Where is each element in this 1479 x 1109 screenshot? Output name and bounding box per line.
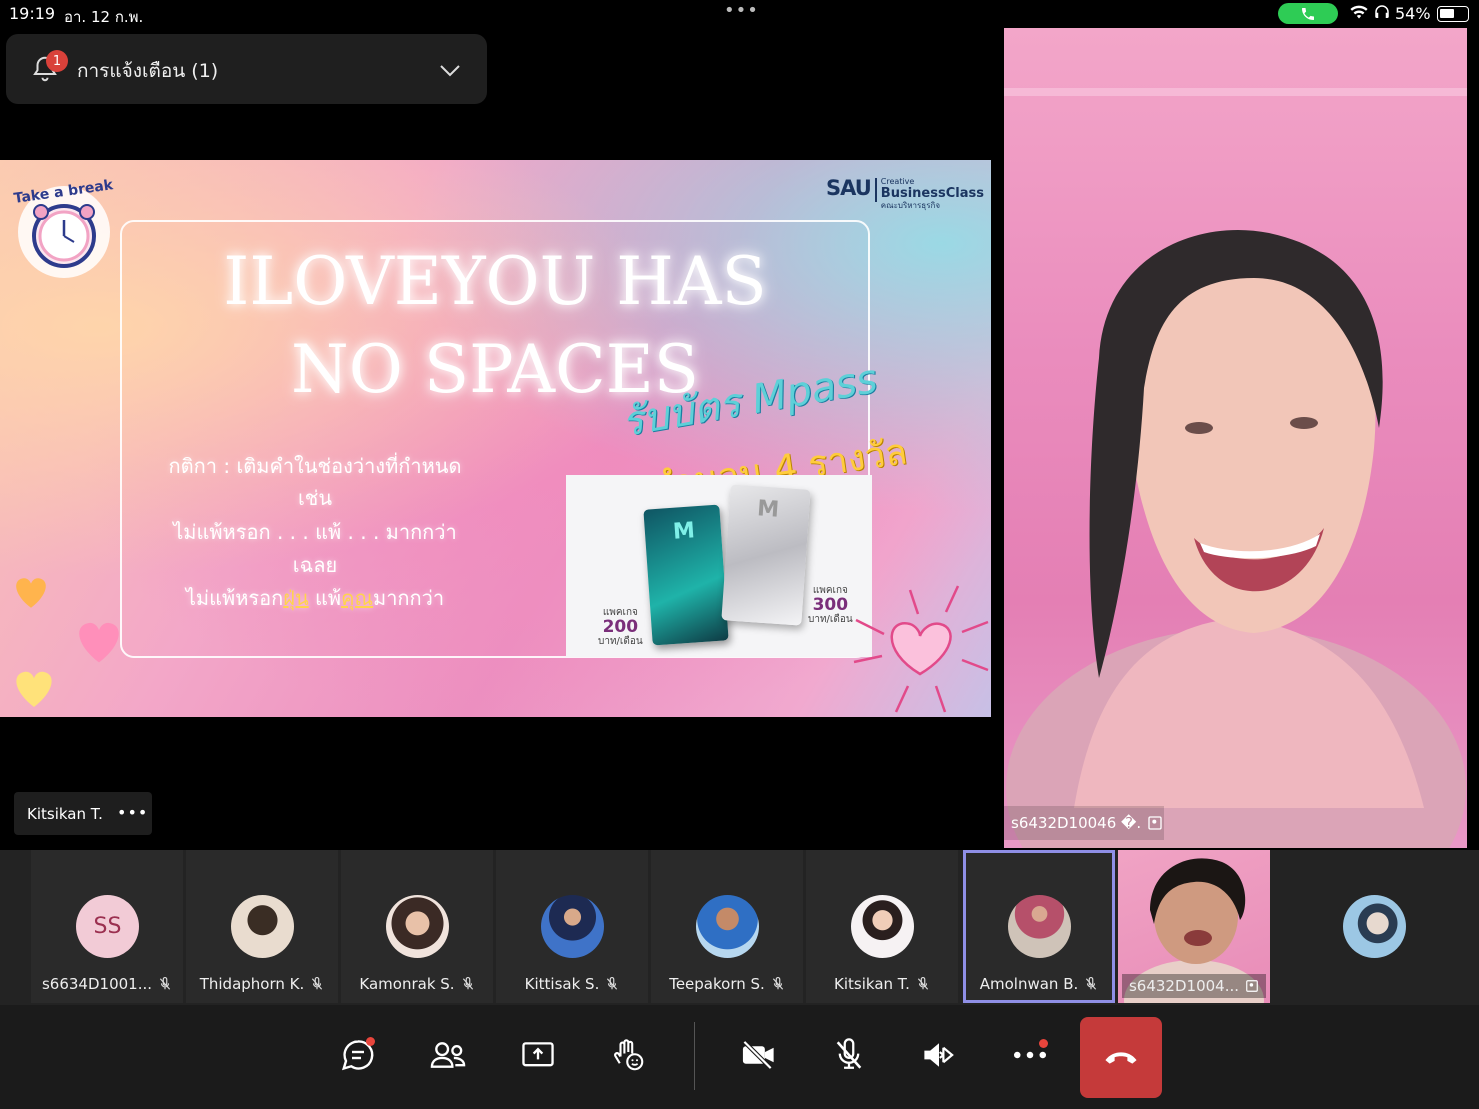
chevron-down-icon[interactable] [438, 58, 462, 82]
participant-tile[interactable]: Thidaphorn K. [186, 850, 338, 1003]
mic-off-icon [312, 977, 323, 990]
main-participant-video[interactable] [1004, 28, 1467, 848]
avatar [231, 895, 294, 958]
presenter-name: Kitsikan T. [27, 804, 103, 823]
participant-name: Kamonrak S. [359, 975, 455, 993]
mic-off-icon [607, 977, 618, 990]
battery-icon [1437, 6, 1469, 22]
status-bar: 19:19 อา. 12 ก.พ. ••• 54% [0, 0, 1479, 28]
participant-tile[interactable]: Kamonrak S. [341, 850, 493, 1003]
hang-up-icon [1105, 1051, 1137, 1064]
participant-tile[interactable]: Kitsikan T. [806, 850, 958, 1003]
participant-name: Kitsikan T. [834, 975, 910, 993]
share-screen-button[interactable] [513, 1030, 563, 1080]
mic-off-icon [772, 977, 783, 990]
raise-hand-icon [614, 1039, 644, 1071]
notification-badge: 1 [46, 50, 68, 72]
mic-toggle-button[interactable] [824, 1030, 874, 1080]
sau-logo: SAU Creative BusinessClass คณะบริหารธุรก… [826, 176, 984, 212]
pin-icon [1148, 816, 1162, 830]
more-icon [1013, 1051, 1047, 1059]
participant-name: Amolnwan B. [979, 975, 1079, 993]
avatar [696, 895, 759, 958]
teams-meeting-screen: 19:19 อา. 12 ก.พ. ••• 54% 1 การแจ้งเตือน… [0, 0, 1479, 1109]
pin-icon [1246, 980, 1258, 992]
reactions-button[interactable] [603, 1030, 653, 1080]
avatar [851, 895, 914, 958]
pink-heart-icon [79, 622, 119, 663]
heart-sun-icon [853, 585, 989, 713]
price-200: แพคเกจ 200 บาท/เดือน [598, 607, 643, 647]
orange-heart-icon [16, 578, 46, 608]
price-300: แพคเกจ 300 บาท/เดือน [808, 585, 853, 625]
avatar: SS [76, 895, 139, 958]
status-time: 19:19 [9, 4, 56, 23]
slide-title-line1: ILOVEYOU HAS [223, 243, 767, 320]
participant-video-frame [1004, 88, 1467, 848]
participant-tile-active[interactable]: Amolnwan B. [963, 850, 1115, 1003]
mic-off-icon [917, 977, 929, 990]
headphones-icon [1373, 3, 1391, 25]
participants-button[interactable] [423, 1030, 473, 1080]
main-video-name: s6432D10046 �. [1004, 806, 1164, 840]
phone-icon [1302, 7, 1314, 20]
answer-word1: ฝุ่น [283, 586, 309, 610]
answer-word2: คุณ [341, 586, 374, 610]
share-screen-icon [522, 1042, 554, 1067]
participant-tile[interactable]: Kittisak S. [496, 850, 648, 1003]
shared-screen-slide: Take a break SAU Creative BusinessClass … [0, 160, 991, 717]
rule-line2: เช่น [297, 486, 333, 510]
yellow-heart-icon [16, 671, 52, 707]
avatar [386, 895, 449, 958]
speaker-bluetooth-icon [924, 1043, 954, 1067]
logo-faculty: คณะบริหารธุรกิจ [880, 201, 941, 210]
multitasking-dots-icon[interactable]: ••• [724, 0, 759, 21]
presenter-label[interactable]: Kitsikan T. ••• [14, 792, 152, 835]
participant-name: s6634D1001... [41, 975, 153, 993]
mpass-card-silver: M [721, 484, 811, 626]
participant-tile[interactable] [1298, 850, 1450, 1003]
more-options-icon[interactable]: ••• [117, 803, 148, 822]
rule-line4: เฉลย [292, 553, 338, 577]
logo-sau-text: SAU [826, 176, 872, 200]
chat-button[interactable] [333, 1030, 383, 1080]
participant-name: Thidaphorn K. [199, 975, 305, 993]
battery-percent: 54% [1395, 4, 1431, 23]
speaker-button[interactable] [914, 1030, 964, 1080]
mpass-card-teal: M [643, 504, 729, 646]
mic-off-icon [1086, 977, 1097, 990]
more-actions-button[interactable] [1005, 1030, 1055, 1080]
participant-tile[interactable]: Teepakorn S. [651, 850, 803, 1003]
participant-name: Kittisak S. [524, 975, 600, 993]
answer-line: ไม่แพ้หรอกฝุ่น แพ้คุณมากกว่า [185, 586, 445, 610]
participant-tile[interactable]: SS s6634D1001... [31, 850, 183, 1003]
mic-off-icon [159, 977, 171, 990]
avatar [1008, 895, 1071, 958]
mic-off-icon [836, 1038, 862, 1069]
participant-name: s6432D1004... [1128, 977, 1240, 995]
participant-tile-video[interactable]: s6432D1004... [1118, 850, 1270, 1040]
avatar [1343, 895, 1406, 958]
mpass-cards-image: M M แพคเกจ 200 บาท/เดือน แพคเกจ 300 บาท/เดือ… [566, 475, 872, 657]
people-icon [430, 1042, 466, 1068]
participant-name: Teepakorn S. [669, 975, 765, 993]
camera-toggle-button[interactable] [734, 1030, 784, 1080]
alarm-clock-icon: Take a break [13, 177, 115, 278]
status-date: อา. 12 ก.พ. [64, 8, 144, 26]
controls-divider [694, 1022, 695, 1090]
active-call-indicator[interactable] [1278, 3, 1338, 24]
mic-off-icon [462, 977, 473, 990]
rule-line3: ไม่แพ้หรอก . . . แพ้ . . . มากกว่า [173, 520, 457, 544]
notification-label: การแจ้งเตือน (1) [77, 60, 219, 82]
rule-line1: กติกา : เติมคำในช่องว่างที่กำหนด [168, 454, 462, 478]
logo-business-class: BusinessClass [880, 186, 984, 201]
notification-dropdown[interactable]: 1 การแจ้งเตือน (1) [6, 34, 487, 104]
wifi-icon [1349, 4, 1369, 24]
avatar [541, 895, 604, 958]
hang-up-button[interactable] [1080, 1017, 1162, 1098]
camera-off-icon [742, 1040, 774, 1070]
